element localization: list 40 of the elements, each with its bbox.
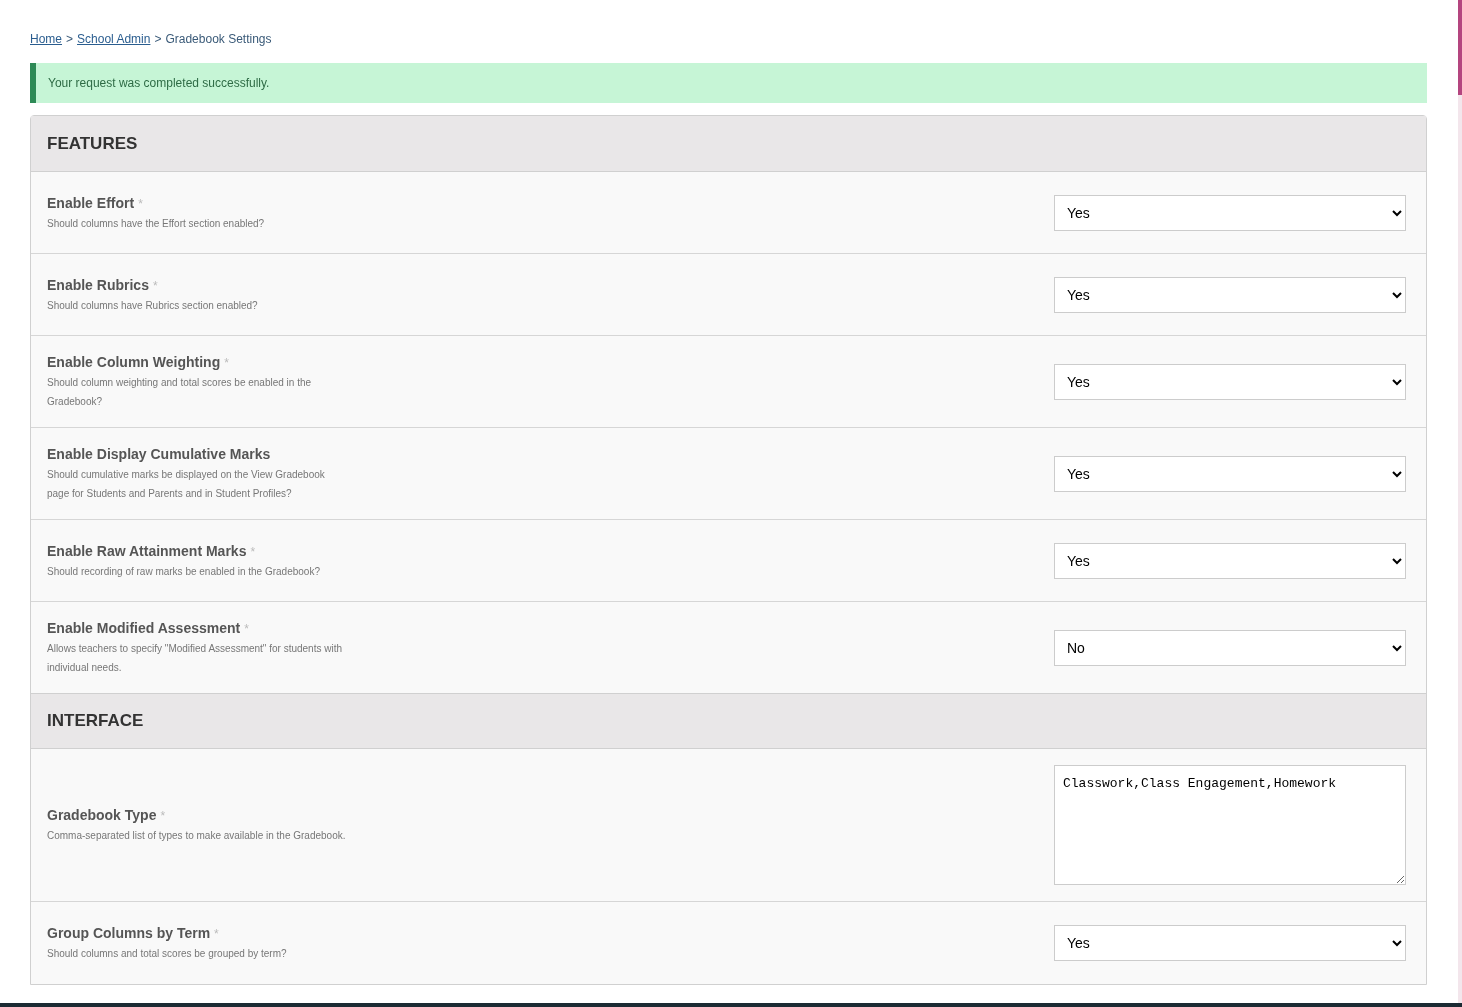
required-asterisk: * [244, 621, 249, 638]
field-label: Enable Effort [47, 193, 135, 213]
field-description: Should columns have the Effort section enabled? [47, 216, 266, 231]
field-description: Should columns and total scores be grouped by term? [47, 947, 288, 961]
field-label: Enable Raw Attainment Marks [47, 541, 247, 561]
breadcrumb-separator: > [154, 31, 162, 48]
select-field[interactable]: Yes [1054, 542, 1406, 579]
field-label: Enable Display Cumulative Marks [47, 445, 271, 464]
select-field[interactable]: Yes [1054, 363, 1406, 400]
field-label: Enable Rubrics [47, 275, 149, 295]
required-asterisk: * [160, 808, 166, 825]
success-alert: Your request was completed successfully. [30, 63, 1427, 103]
field-label: Enable Modified Assessment [47, 619, 241, 638]
breadcrumb-link[interactable]: Home [30, 30, 62, 48]
field-description: Should recording of raw marks be enabled in the Gradebook? [47, 564, 321, 579]
field-description: Should columns have Rubrics section enabled? [47, 298, 259, 313]
scrollbar-thumb[interactable] [1458, 0, 1462, 95]
section-heading: INTERFACE [47, 710, 144, 733]
field-description: Should cumulative marks be displayed on the View Gradebook page for Students and Parents and in Student Profiles? [47, 468, 326, 501]
select-field[interactable]: Yes [1054, 194, 1406, 231]
field-description: Comma-separated list of types to make available in the Gradebook. [47, 829, 347, 843]
field-label: Group Columns by Term [47, 924, 211, 943]
select-field[interactable]: Yes [1054, 276, 1406, 313]
required-asterisk: * [214, 926, 219, 943]
field-label: Enable Column Weighting [47, 353, 221, 372]
select-field[interactable]: Yes [1054, 455, 1406, 492]
field-description: Should column weighting and total scores be enabled in the Gradebook? [47, 376, 313, 409]
required-asterisk: * [138, 195, 143, 213]
breadcrumb-link[interactable]: School Admin [77, 30, 151, 48]
required-asterisk: * [250, 543, 256, 561]
section-heading: FEATURES [47, 132, 138, 155]
select-field[interactable]: No [1054, 629, 1406, 666]
breadcrumb-current: Gradebook Settings [165, 31, 272, 48]
text-area-field[interactable]: Classwork,Class Engagement,Homework [1054, 765, 1406, 885]
breadcrumb-separator: > [66, 31, 74, 48]
field-label: Gradebook Type [47, 806, 157, 825]
field-description: Allows teachers to specify "Modified Assessment" for students with individual needs. [47, 642, 343, 675]
required-asterisk: * [152, 277, 158, 295]
select-field[interactable]: Yes [1054, 925, 1406, 961]
required-asterisk: * [224, 355, 229, 372]
